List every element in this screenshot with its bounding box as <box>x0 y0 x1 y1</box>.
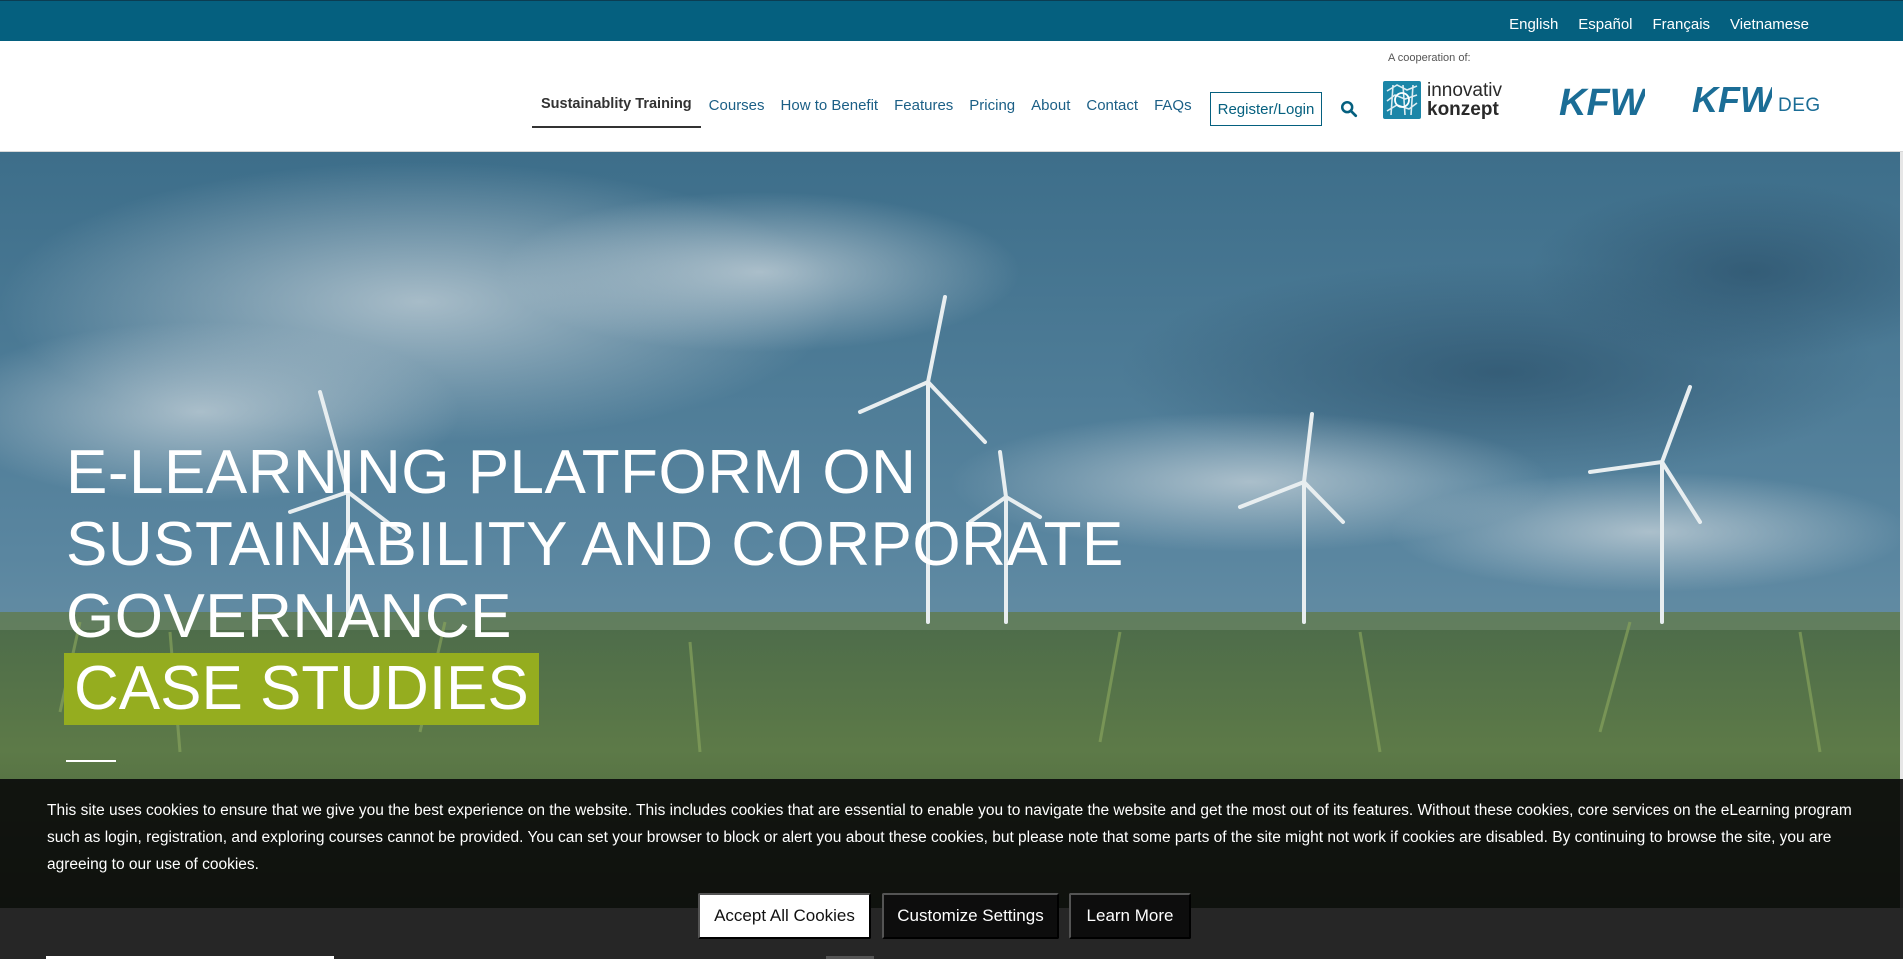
kfw-logo[interactable]: KFW <box>1557 83 1645 121</box>
cookie-message: This site uses cookies to ensure that we… <box>47 802 1852 873</box>
customize-settings-button[interactable]: Customize Settings <box>882 893 1059 939</box>
site-header: Sustainablity Training Courses How to Be… <box>0 41 1903 152</box>
nav-item-features[interactable]: Features <box>894 97 953 128</box>
hero-title: E-LEARNING PLATFORM ON SUSTAINABILITY AN… <box>66 437 1124 653</box>
innovativ-text: innovativ <box>1427 80 1502 101</box>
main-nav: Sustainablity Training Courses How to Be… <box>532 96 1208 128</box>
search-icon[interactable] <box>1340 100 1358 118</box>
accept-all-cookies-button[interactable]: Accept All Cookies <box>698 893 871 939</box>
cooperation-label: A cooperation of: <box>1388 52 1471 64</box>
learn-more-button[interactable]: Learn More <box>1069 893 1191 939</box>
svg-text:KFW: KFW <box>1559 83 1645 121</box>
kfw-deg-logo[interactable]: KFW DEG <box>1690 81 1821 117</box>
language-spanish-link[interactable]: Español <box>1578 16 1632 33</box>
konzept-text: konzept <box>1427 99 1499 120</box>
hero-title-line-2: SUSTAINABILITY AND CORPORATE <box>66 510 1124 579</box>
innovativ-konzept-logo[interactable]: innovativ konzept <box>1383 81 1502 119</box>
cookie-banner: This site uses cookies to ensure that we… <box>0 779 1903 908</box>
nav-item-contact[interactable]: Contact <box>1086 97 1138 128</box>
hero-divider <box>66 760 116 762</box>
language-vietnamese-link[interactable]: Vietnamese <box>1730 16 1809 33</box>
language-list: English Español Français Vietnamese <box>1509 16 1809 33</box>
kfw-deg-mark: KFW <box>1692 81 1772 117</box>
nav-item-sustainability-training[interactable]: Sustainablity Training <box>532 96 701 128</box>
language-english-link[interactable]: English <box>1509 16 1558 33</box>
language-french-link[interactable]: Français <box>1653 16 1711 33</box>
nav-item-pricing[interactable]: Pricing <box>969 97 1015 128</box>
hero-title-line-1: E-LEARNING PLATFORM ON <box>66 438 917 507</box>
nav-item-faqs[interactable]: FAQs <box>1154 97 1192 128</box>
hero-highlight: CASE STUDIES <box>64 653 539 725</box>
svg-text:KFW: KFW <box>1692 81 1772 117</box>
deg-text: DEG <box>1778 95 1821 116</box>
nav-item-how-to-benefit[interactable]: How to Benefit <box>781 97 879 128</box>
register-login-button[interactable]: Register/Login <box>1210 92 1322 126</box>
innovativ-konzept-mark-icon <box>1383 81 1421 119</box>
language-bar: English Español Français Vietnamese <box>0 0 1903 41</box>
hero-title-line-3: GOVERNANCE <box>66 582 512 651</box>
nav-item-courses[interactable]: Courses <box>709 97 765 128</box>
nav-item-about[interactable]: About <box>1031 97 1070 128</box>
